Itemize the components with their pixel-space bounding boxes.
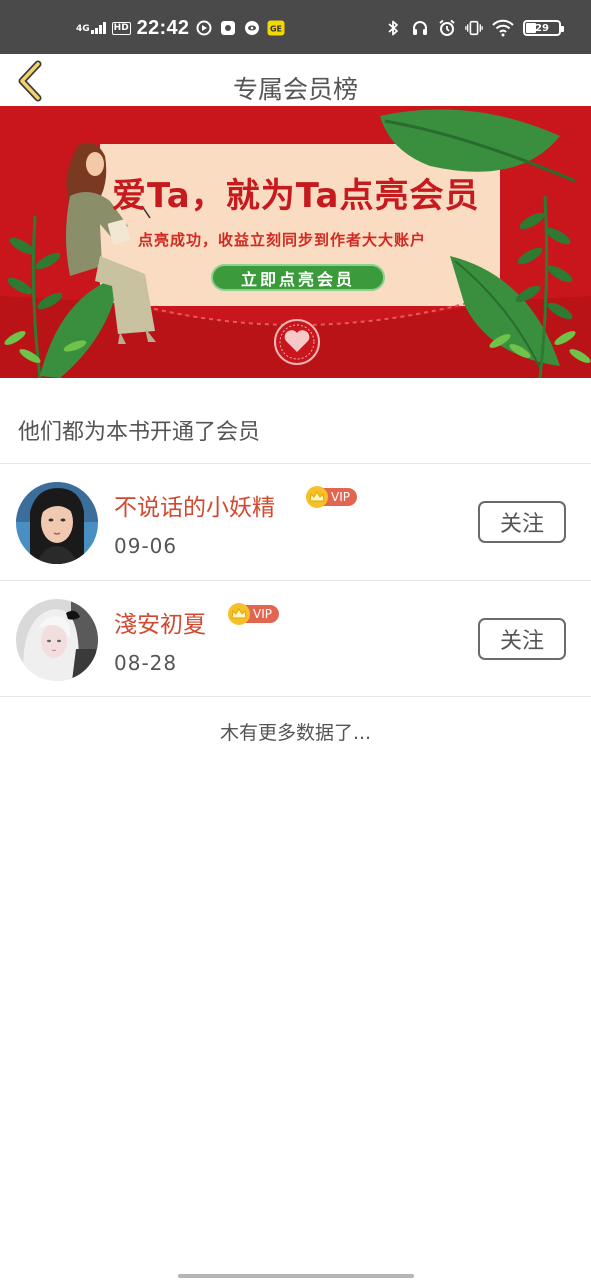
svg-text:GE: GE bbox=[270, 25, 282, 34]
bluetooth-icon bbox=[384, 19, 402, 37]
light-up-vip-button[interactable]: 立即点亮会员 bbox=[211, 264, 385, 291]
status-bar: 4G HD 22:42 GE 29 bbox=[0, 0, 591, 54]
crown-icon bbox=[228, 603, 250, 625]
wifi-icon bbox=[492, 19, 514, 37]
follow-button[interactable]: 关注 bbox=[478, 618, 566, 660]
home-indicator[interactable] bbox=[178, 1274, 414, 1278]
avatar[interactable] bbox=[16, 482, 98, 564]
alarm-icon bbox=[438, 19, 456, 37]
member-date: 08-28 bbox=[114, 651, 178, 675]
clock: 22:42 bbox=[136, 16, 190, 39]
vip-badge: VIP bbox=[306, 486, 357, 508]
divider bbox=[0, 696, 591, 697]
promo-banner[interactable]: 爱Ta，就为Ta点亮会员 点亮成功，收益立刻同步到作者大大账户 立即点亮会员 bbox=[0, 106, 591, 378]
hd-badge: HD bbox=[111, 21, 131, 35]
member-name[interactable]: 淺安初夏 bbox=[114, 605, 206, 639]
crown-icon bbox=[306, 486, 328, 508]
avatar[interactable] bbox=[16, 599, 98, 681]
vip-badge: VIP bbox=[228, 603, 279, 625]
video-notification-icon bbox=[219, 19, 237, 37]
status-right: 29 bbox=[384, 16, 564, 40]
eye-notification-icon bbox=[243, 19, 261, 37]
vibrate-icon bbox=[465, 19, 483, 37]
signal-bars-icon bbox=[90, 22, 106, 34]
no-more-data-text: 木有更多数据了... bbox=[219, 722, 372, 744]
cellular-signal: 4G bbox=[76, 22, 106, 34]
page-title: 专属会员榜 bbox=[232, 75, 358, 104]
banner-subline: 点亮成功，收益立刻同步到作者大大账户 bbox=[138, 231, 427, 249]
member-name[interactable]: 不说话的小妖精 bbox=[114, 488, 275, 522]
banner-headline: 爱Ta，就为Ta点亮会员 bbox=[112, 176, 480, 216]
status-left: 4G HD 22:42 GE bbox=[76, 16, 285, 40]
network-type: 4G bbox=[76, 24, 90, 34]
play-notification-icon bbox=[195, 19, 213, 37]
battery-level: 29 bbox=[535, 22, 549, 34]
app-badge-icon: GE bbox=[267, 19, 285, 37]
member-date: 09-06 bbox=[114, 534, 178, 558]
member-row[interactable]: 淺安初夏 VIP 08-28 关注 bbox=[0, 581, 591, 697]
follow-button[interactable]: 关注 bbox=[478, 501, 566, 543]
nav-header: 专属会员榜 bbox=[0, 54, 591, 106]
headphones-icon bbox=[411, 19, 429, 37]
section-label: 他们都为本书开通了会员 bbox=[18, 420, 261, 445]
battery-icon: 29 bbox=[523, 20, 564, 36]
member-row[interactable]: 不说话的小妖精 VIP 09-06 关注 bbox=[0, 464, 591, 580]
